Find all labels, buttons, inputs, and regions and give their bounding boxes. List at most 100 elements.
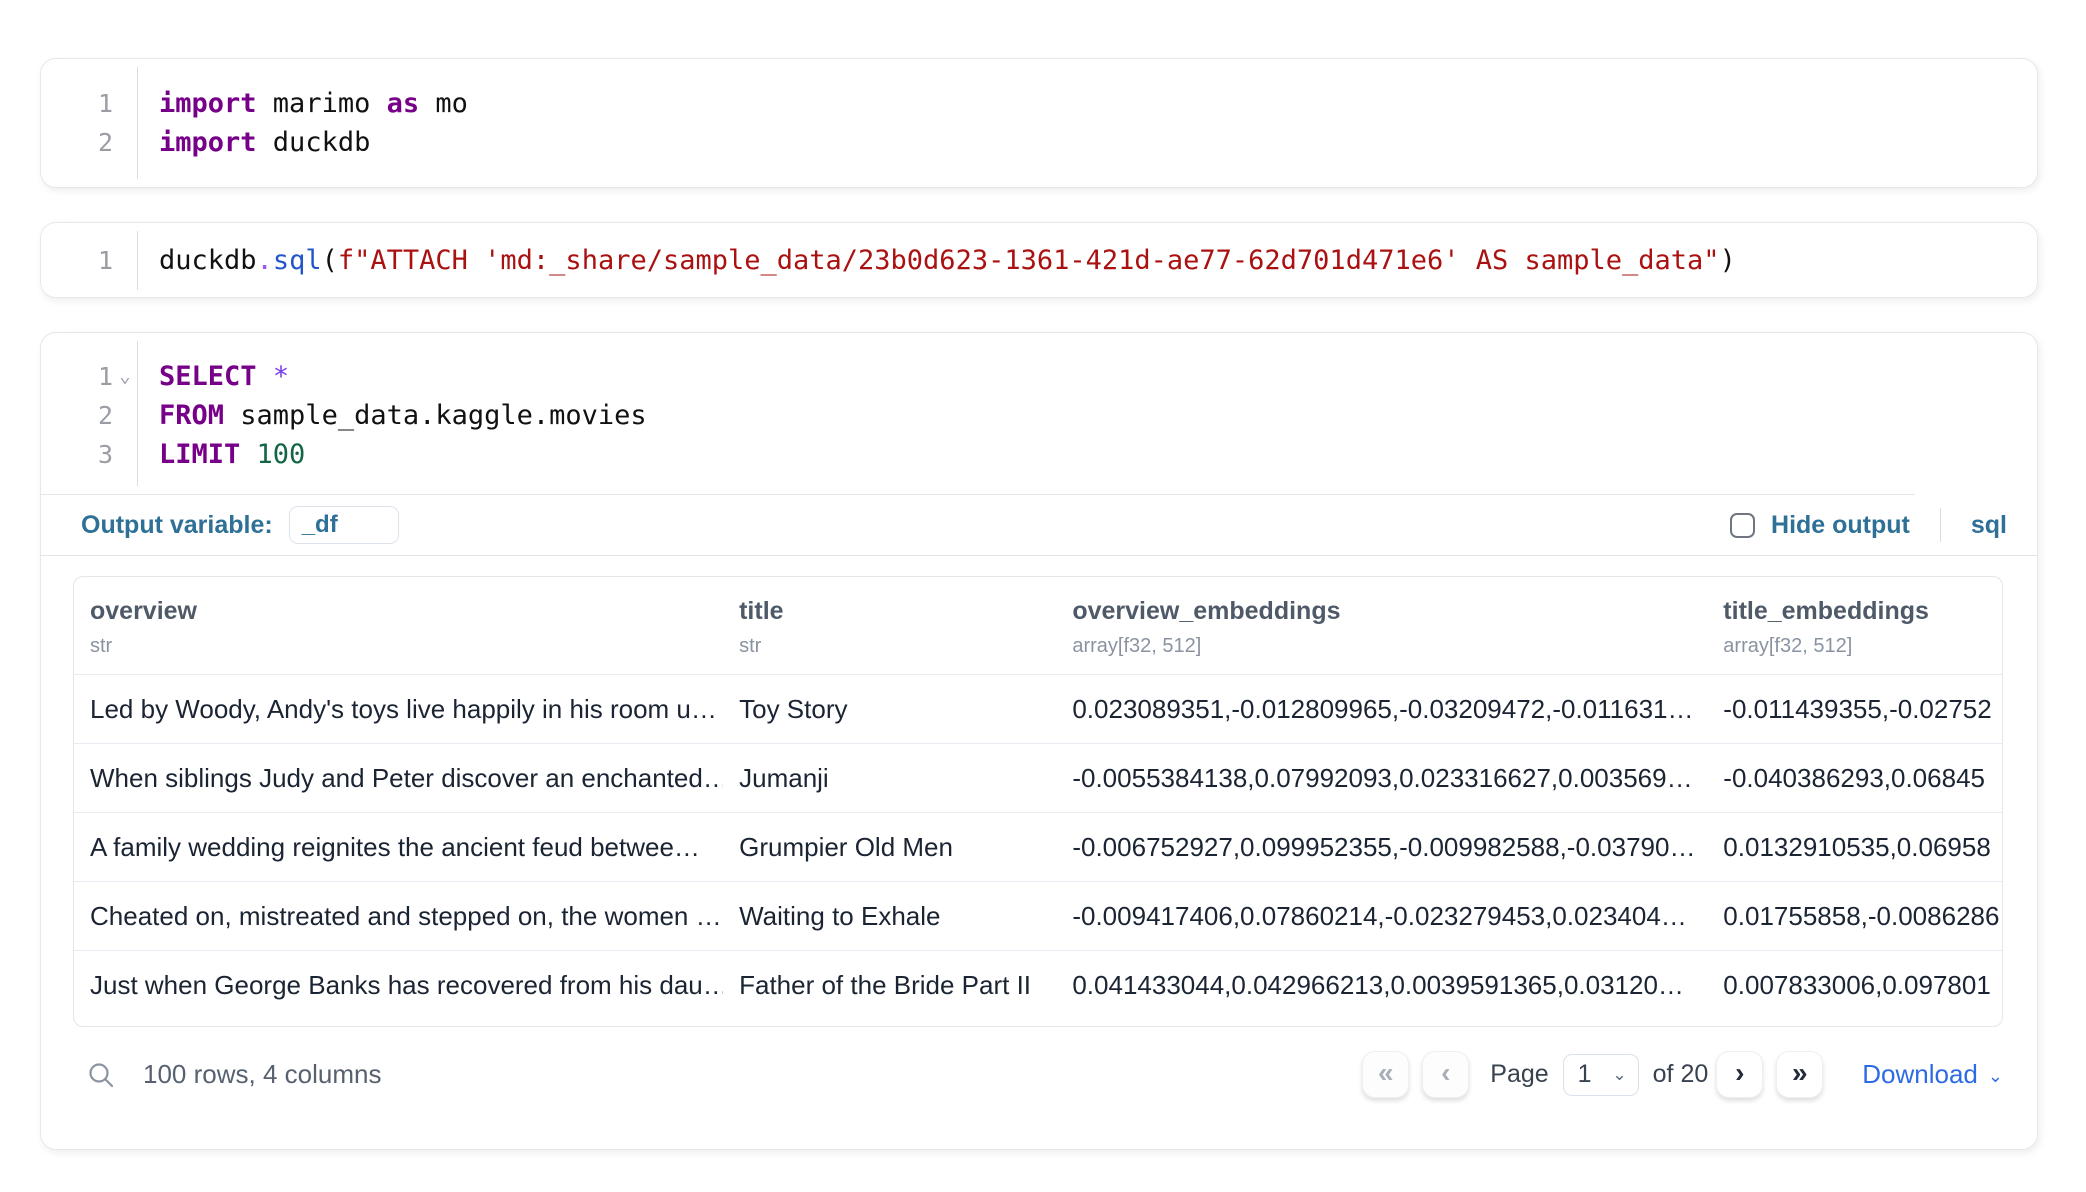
- code-token: sample_data.kaggle.movies: [224, 400, 647, 431]
- table-row: A family wedding reignites the ancient f…: [74, 813, 2002, 882]
- search-icon[interactable]: [87, 1061, 115, 1089]
- line-number-gutter: 1: [41, 241, 137, 280]
- first-page-icon: «: [1378, 1057, 1394, 1089]
- table-cell: 0.01755858,-0.0086286: [1707, 882, 2002, 951]
- code-token: mo: [419, 88, 468, 119]
- table-row: Led by Woody, Andy's toys live happily i…: [74, 675, 2002, 744]
- cell-output: overview str title str overview_embeddingsar…: [41, 556, 2037, 1149]
- line-number-gutter: 2: [41, 396, 137, 435]
- code-line: 1⌄SELECT *: [41, 357, 2037, 396]
- code-line: 2 FROM sample_data.kaggle.movies: [41, 396, 2037, 435]
- code-token: duckdb: [257, 127, 371, 158]
- code-cell-imports: 1 import marimo as mo 2 import duckdb: [40, 58, 2038, 188]
- next-page-button[interactable]: ›: [1716, 1051, 1763, 1098]
- column-dtype: array[f32, 512]: [1723, 635, 1994, 658]
- cell-config-row: Output variable: _df Hide output sql: [41, 495, 2037, 556]
- column-header-title[interactable]: title str: [723, 577, 1056, 675]
- code-token: SELECT: [159, 361, 257, 392]
- code-text: import duckdb: [137, 123, 370, 162]
- table-cell: Waiting to Exhale: [723, 882, 1056, 951]
- code-text: LIMIT 100: [137, 435, 305, 474]
- code-cell-attach: 1duckdb.sql(f"ATTACH 'md:_share/sample_d…: [40, 222, 2038, 298]
- table-row: Just when George Banks has recovered fro…: [74, 951, 2002, 1020]
- line-number: 1: [98, 84, 113, 123]
- code-editor[interactable]: 1 import marimo as mo 2 import duckdb: [41, 59, 2037, 187]
- hide-output-checkbox[interactable]: [1730, 513, 1755, 538]
- page-total-label: of 20: [1653, 1060, 1709, 1089]
- table-cell: 0.023089351,-0.012809965,-0.03209472,-0.…: [1056, 675, 1707, 744]
- pagination: « ‹ Page 1 ⌄ of 20 › » Download ⌄: [1362, 1051, 2003, 1098]
- line-number: 1: [98, 241, 113, 280]
- row-count-summary: 100 rows, 4 columns: [143, 1059, 381, 1090]
- prev-page-icon: ‹: [1441, 1057, 1450, 1089]
- download-button[interactable]: Download ⌄: [1862, 1059, 2003, 1090]
- code-text: SELECT *: [137, 357, 289, 396]
- table-cell: -0.0055384138,0.07992093,0.023316627,0.0…: [1056, 744, 1707, 813]
- code-line: 3 LIMIT 100: [41, 435, 2037, 474]
- output-variable-label: Output variable:: [81, 511, 273, 540]
- hide-output-label[interactable]: Hide output: [1771, 511, 1910, 540]
- table-cell: 0.0132910535,0.06958: [1707, 813, 2002, 882]
- code-editor[interactable]: 1duckdb.sql(f"ATTACH 'md:_share/sample_d…: [41, 223, 2037, 298]
- table-footer: 100 rows, 4 columns « ‹ Page 1 ⌄ of 20 ›…: [73, 1051, 2003, 1098]
- table-cell: -0.006752927,0.099952355,-0.009982588,-0…: [1056, 813, 1707, 882]
- cell-config-right: Hide output sql: [1730, 508, 2007, 542]
- line-number-gutter: 1: [41, 84, 137, 123]
- table-cell: -0.040386293,0.06845: [1707, 744, 2002, 813]
- first-page-button[interactable]: «: [1362, 1051, 1409, 1098]
- table-cell: 0.041433044,0.042966213,0.0039591365,0.0…: [1056, 951, 1707, 1020]
- table-row: When siblings Judy and Peter discover an…: [74, 744, 2002, 813]
- line-number: 3: [98, 435, 113, 474]
- column-name: title_embeddings: [1723, 597, 1994, 626]
- table-cell: 0.007833006,0.097801: [1707, 951, 2002, 1020]
- code-token: LIMIT: [159, 439, 240, 470]
- code-token: [257, 361, 273, 392]
- line-number: 2: [98, 123, 113, 162]
- output-variable-input[interactable]: _df: [289, 506, 399, 544]
- code-line: 1 import marimo as mo: [41, 84, 2037, 123]
- code-editor[interactable]: 1⌄SELECT *2FROM sample_data.kaggle.movie…: [41, 333, 2037, 494]
- divider: [1940, 508, 1941, 542]
- last-page-button[interactable]: »: [1776, 1051, 1823, 1098]
- code-token: sql: [273, 245, 322, 276]
- line-number-gutter: 2: [41, 123, 137, 162]
- code-line: 1duckdb.sql(f"ATTACH 'md:_share/sample_d…: [41, 241, 2037, 280]
- prev-page-button[interactable]: ‹: [1422, 1051, 1469, 1098]
- code-line: 2 import duckdb: [41, 123, 2037, 162]
- code-token: duckdb: [159, 245, 257, 276]
- line-number-gutter: 1⌄: [41, 357, 137, 396]
- code-token: as: [387, 88, 420, 119]
- code-token: 100: [257, 439, 306, 470]
- page-select[interactable]: 1 ⌄: [1563, 1054, 1639, 1096]
- code-token: *: [273, 361, 289, 392]
- result-table: overview str title str overview_embeddingsar…: [74, 577, 2002, 1019]
- table-cell: -0.011439355,-0.02752: [1707, 675, 2002, 744]
- code-token: FROM: [159, 400, 224, 431]
- code-text: import marimo as mo: [137, 84, 468, 123]
- table-cell: -0.009417406,0.07860214,-0.023279453,0.0…: [1056, 882, 1707, 951]
- fold-chevron-icon[interactable]: ⌄: [113, 367, 137, 386]
- column-name: title: [739, 597, 1048, 626]
- chevron-down-icon: ⌄: [1988, 1066, 2003, 1087]
- page-label: Page: [1490, 1060, 1548, 1089]
- column-header-title_embeddings[interactable]: title_embeddings array[f32, 512]: [1707, 577, 2002, 675]
- code-token: import: [159, 127, 257, 158]
- table-cell: A family wedding reignites the ancient f…: [74, 813, 723, 882]
- column-dtype: array[f32, 512]: [1072, 635, 1699, 658]
- column-header-overview[interactable]: overview str: [74, 577, 723, 675]
- table-cell: Grumpier Old Men: [723, 813, 1056, 882]
- column-dtype: str: [90, 635, 715, 658]
- next-page-icon: ›: [1735, 1057, 1744, 1089]
- column-name: overview: [90, 597, 715, 626]
- table-cell: When siblings Judy and Peter discover an…: [74, 744, 723, 813]
- column-header-overview_embeddings[interactable]: overview_embeddingsarray[f32, 512]: [1056, 577, 1707, 675]
- table-cell: Led by Woody, Andy's toys live happily i…: [74, 675, 723, 744]
- line-number: 2: [98, 396, 113, 435]
- column-dtype: str: [739, 635, 1048, 658]
- language-badge[interactable]: sql: [1971, 511, 2007, 540]
- table-cell: Father of the Bride Part II: [723, 951, 1056, 1020]
- download-label: Download: [1862, 1059, 1978, 1090]
- table-cell: Jumanji: [723, 744, 1056, 813]
- code-token: (: [322, 245, 338, 276]
- code-token: .: [257, 245, 273, 276]
